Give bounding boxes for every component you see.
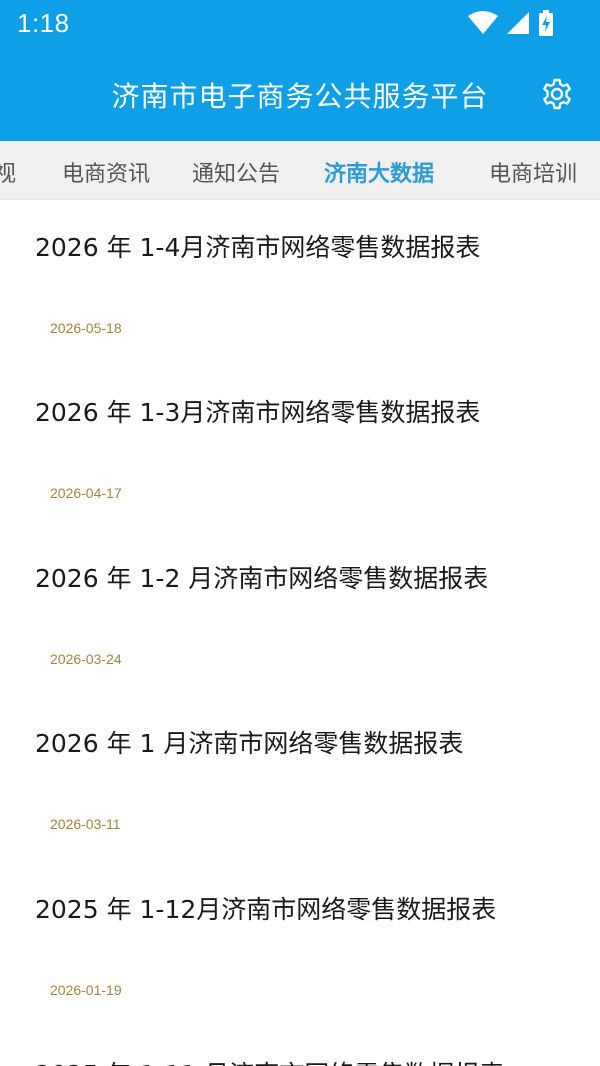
article-date: 2026-05-18	[50, 320, 122, 336]
article-date: 2026-03-11	[50, 816, 121, 832]
article-title: 2026 年 1-2 月济南市网络零售数据报表	[35, 564, 489, 593]
status-time: 1:18	[17, 8, 70, 38]
article-date: 2026-03-24	[50, 651, 122, 667]
tab-partial[interactable]: 视	[0, 156, 16, 188]
list-item[interactable]: 2026 年 1-2 月济南市网络零售数据报表 2026-03-24	[0, 531, 600, 697]
page-title: 济南市电子商务公共服务平台	[111, 80, 489, 113]
battery-charging-icon	[539, 10, 553, 36]
tab-ecommerce-training[interactable]: 电商培训	[489, 156, 577, 188]
cell-signal-icon	[507, 12, 529, 34]
tab-ecommerce-news[interactable]: 电商资讯	[62, 156, 150, 188]
category-tabs: 视 电商资讯 通知公告 济南大数据 电商培训	[0, 141, 600, 200]
article-title: 2025 年 1-11 月济南市网络零售数据报表	[35, 1055, 504, 1066]
app-bar: 1:18 济南市电子商务公共服务平台	[0, 0, 600, 141]
tab-notices[interactable]: 通知公告	[192, 156, 280, 188]
article-date: 2026-04-17	[50, 485, 122, 501]
wifi-icon	[468, 11, 498, 34]
article-title: 2026 年 1-3月济南市网络零售数据报表	[35, 398, 481, 427]
gear-icon	[543, 78, 571, 110]
list-item[interactable]: 2025 年 1-12月济南市网络零售数据报表 2026-01-19	[0, 862, 600, 1028]
list-item[interactable]: 2025 年 1-11 月济南市网络零售数据报表	[0, 1027, 600, 1066]
list-item[interactable]: 2026 年 1 月济南市网络零售数据报表 2026-03-11	[0, 696, 600, 862]
status-bar: 1:18	[0, 0, 600, 48]
settings-button[interactable]	[540, 77, 574, 111]
title-bar: 济南市电子商务公共服务平台	[0, 48, 600, 141]
article-title: 2025 年 1-12月济南市网络零售数据报表	[35, 895, 497, 924]
status-icons	[468, 10, 554, 36]
list-item[interactable]: 2026 年 1-4月济南市网络零售数据报表 2026-05-18	[0, 200, 600, 366]
article-title: 2026 年 1 月济南市网络零售数据报表	[35, 729, 464, 758]
list-item[interactable]: 2026 年 1-3月济南市网络零售数据报表 2026-04-17	[0, 365, 600, 531]
tab-jinan-big-data[interactable]: 济南大数据	[324, 156, 434, 188]
article-date: 2026-01-19	[50, 982, 122, 998]
article-title: 2026 年 1-4月济南市网络零售数据报表	[35, 233, 481, 262]
